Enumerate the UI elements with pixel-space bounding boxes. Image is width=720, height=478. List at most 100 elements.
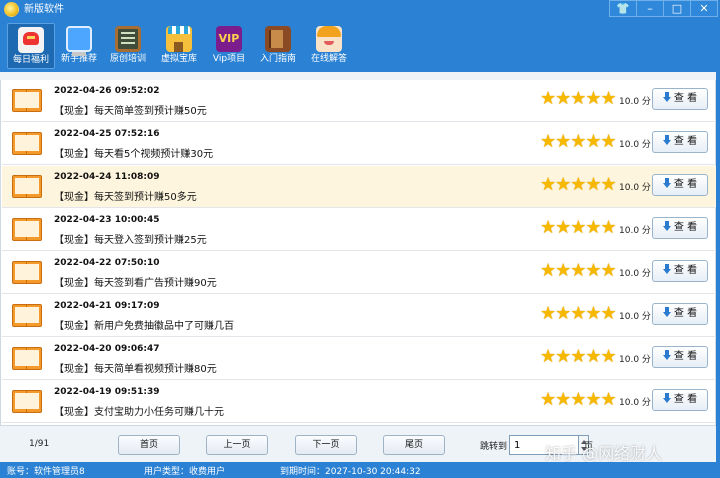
window-controls: 👕 – □ ✕ [609,0,718,18]
download-arrow-icon [662,393,671,403]
minimize-button[interactable]: – [636,0,664,17]
book-icon [12,347,42,370]
view-label: 查 看 [673,308,698,319]
book-icon [265,26,291,52]
tool-vip-projects[interactable]: VIP Vip项目 [205,23,253,69]
list-item[interactable]: 2022-04-20 09:06:47 【现金】每天简单看视频预计赚80元 ★★… [2,338,716,380]
book-icon [12,89,42,112]
tool-label: 在线解答 [310,54,347,64]
view-button[interactable]: 查 看 [652,303,708,325]
item-title: 【现金】每天签到预计赚50多元 [54,192,197,203]
computer-icon [66,26,92,56]
view-label: 查 看 [673,222,698,233]
tool-label: 入门指南 [259,54,296,64]
last-page-button[interactable]: 尾页 [383,435,445,455]
tool-beginner-recommend[interactable]: 新手推荐 [55,23,103,69]
item-title: 【现金】每天签到看广告预计赚90元 [54,278,217,289]
view-button[interactable]: 查 看 [652,217,708,239]
item-score: 10.0 分 [619,355,651,365]
next-page-button[interactable]: 下一页 [295,435,357,455]
item-date: 2022-04-26 09:52:02 [54,86,160,96]
list-item[interactable]: 2022-04-19 09:51:39 【现金】支付宝助力小任务可赚几十元 ★★… [2,381,716,423]
item-score: 10.0 分 [619,398,651,408]
book-icon [12,261,42,284]
view-label: 查 看 [673,136,698,147]
item-title: 【现金】每天简单签到预计赚50元 [54,106,207,117]
item-date: 2022-04-19 09:51:39 [54,387,160,397]
item-score: 10.0 分 [619,97,651,107]
list-top-gap [0,72,716,80]
item-title: 【现金】新用户免费抽徽品中了可赚几百 [54,321,234,332]
lucky-cat-icon [18,27,44,53]
item-date: 2022-04-24 11:08:09 [54,172,160,182]
item-date: 2022-04-22 07:50:10 [54,258,160,268]
rating-stars: ★★★★★ [540,303,617,324]
item-score: 10.0 分 [619,226,651,236]
item-title: 【现金】每天简单看视频预计赚80元 [54,364,217,375]
tool-daily-welfare[interactable]: 每日福利 [7,23,55,69]
rating-stars: ★★★★★ [540,346,617,367]
item-title: 【现金】支付宝助力小任务可赚几十元 [54,407,224,418]
book-icon [12,390,42,413]
item-score: 10.0 分 [619,140,651,150]
item-date: 2022-04-20 09:06:47 [54,344,160,354]
support-girl-icon [316,26,342,52]
list-item[interactable]: 2022-04-26 09:52:02 【现金】每天简单签到预计赚50元 ★★★… [2,80,716,122]
view-label: 查 看 [673,265,698,276]
list-item[interactable]: 2022-04-21 09:17:09 【现金】新用户免费抽徽品中了可赚几百 ★… [2,295,716,337]
item-score: 10.0 分 [619,269,651,279]
list-item[interactable]: 2022-04-25 07:52:16 【现金】每天看5个视频预计赚30元 ★★… [2,123,716,165]
item-date: 2022-04-21 09:17:09 [54,301,160,311]
item-score: 10.0 分 [619,312,651,322]
tool-online-answers[interactable]: 在线解答 [305,23,353,69]
item-title: 【现金】每天看5个视频预计赚30元 [54,149,214,160]
view-label: 查 看 [673,93,698,104]
shop-icon [166,26,192,52]
window-right-border [716,72,720,462]
status-bar: 账号：软件管理员8 用户类型：收费用户 到期时间：2027-10-30 20:4… [0,462,720,478]
download-arrow-icon [662,92,671,102]
view-label: 查 看 [673,394,698,405]
list-item[interactable]: 2022-04-22 07:50:10 【现金】每天签到看广告预计赚90元 ★★… [2,252,716,294]
view-button[interactable]: 查 看 [652,260,708,282]
close-button[interactable]: ✕ [690,0,718,17]
task-list: 2022-04-26 09:52:02 【现金】每天简单签到预计赚50元 ★★★… [0,80,716,425]
list-item[interactable]: 2022-04-23 10:00:45 【现金】每天登入签到预计赚25元 ★★★… [2,209,716,251]
app-logo-icon [4,2,19,17]
tool-label: 原创培训 [109,54,146,64]
item-date: 2022-04-23 10:00:45 [54,215,160,225]
item-date: 2022-04-25 07:52:16 [54,129,160,139]
list-item[interactable]: 2022-04-24 11:08:09 【现金】每天签到预计赚50多元 ★★★★… [2,166,716,208]
main-toolbar: 每日福利 新手推荐 原创培训 虚拟宝库 VIP Vip项目 入门指南 在线解答 [0,20,720,72]
rating-stars: ★★★★★ [540,174,617,195]
rating-stars: ★★★★★ [540,260,617,281]
tool-original-training[interactable]: 原创培训 [104,23,152,69]
window-title: 新版软件 [24,4,64,15]
view-button[interactable]: 查 看 [652,131,708,153]
page-count: 1/91 [29,439,50,449]
vip-icon: VIP [216,26,242,52]
tool-label: Vip项目 [212,54,246,64]
view-button[interactable]: 查 看 [652,389,708,411]
view-button[interactable]: 查 看 [652,174,708,196]
book-icon [12,132,42,155]
tool-virtual-treasury[interactable]: 虚拟宝库 [155,23,203,69]
blackboard-icon [115,26,141,52]
watermark: 知乎 @网络财人 [545,444,663,463]
view-label: 查 看 [673,179,698,190]
prev-page-button[interactable]: 上一页 [206,435,268,455]
book-icon [12,304,42,327]
download-arrow-icon [662,178,671,188]
maximize-button[interactable]: □ [663,0,691,17]
book-icon [12,218,42,241]
tool-getting-started[interactable]: 入门指南 [254,23,302,69]
item-score: 10.0 分 [619,183,651,193]
first-page-button[interactable]: 首页 [118,435,180,455]
tool-label: 虚拟宝库 [160,54,197,64]
view-button[interactable]: 查 看 [652,346,708,368]
user-type-status: 用户类型：收费用户 [144,467,226,477]
skin-button[interactable]: 👕 [609,0,637,17]
view-button[interactable]: 查 看 [652,88,708,110]
download-arrow-icon [662,307,671,317]
account-status: 账号：软件管理员8 [7,467,85,477]
